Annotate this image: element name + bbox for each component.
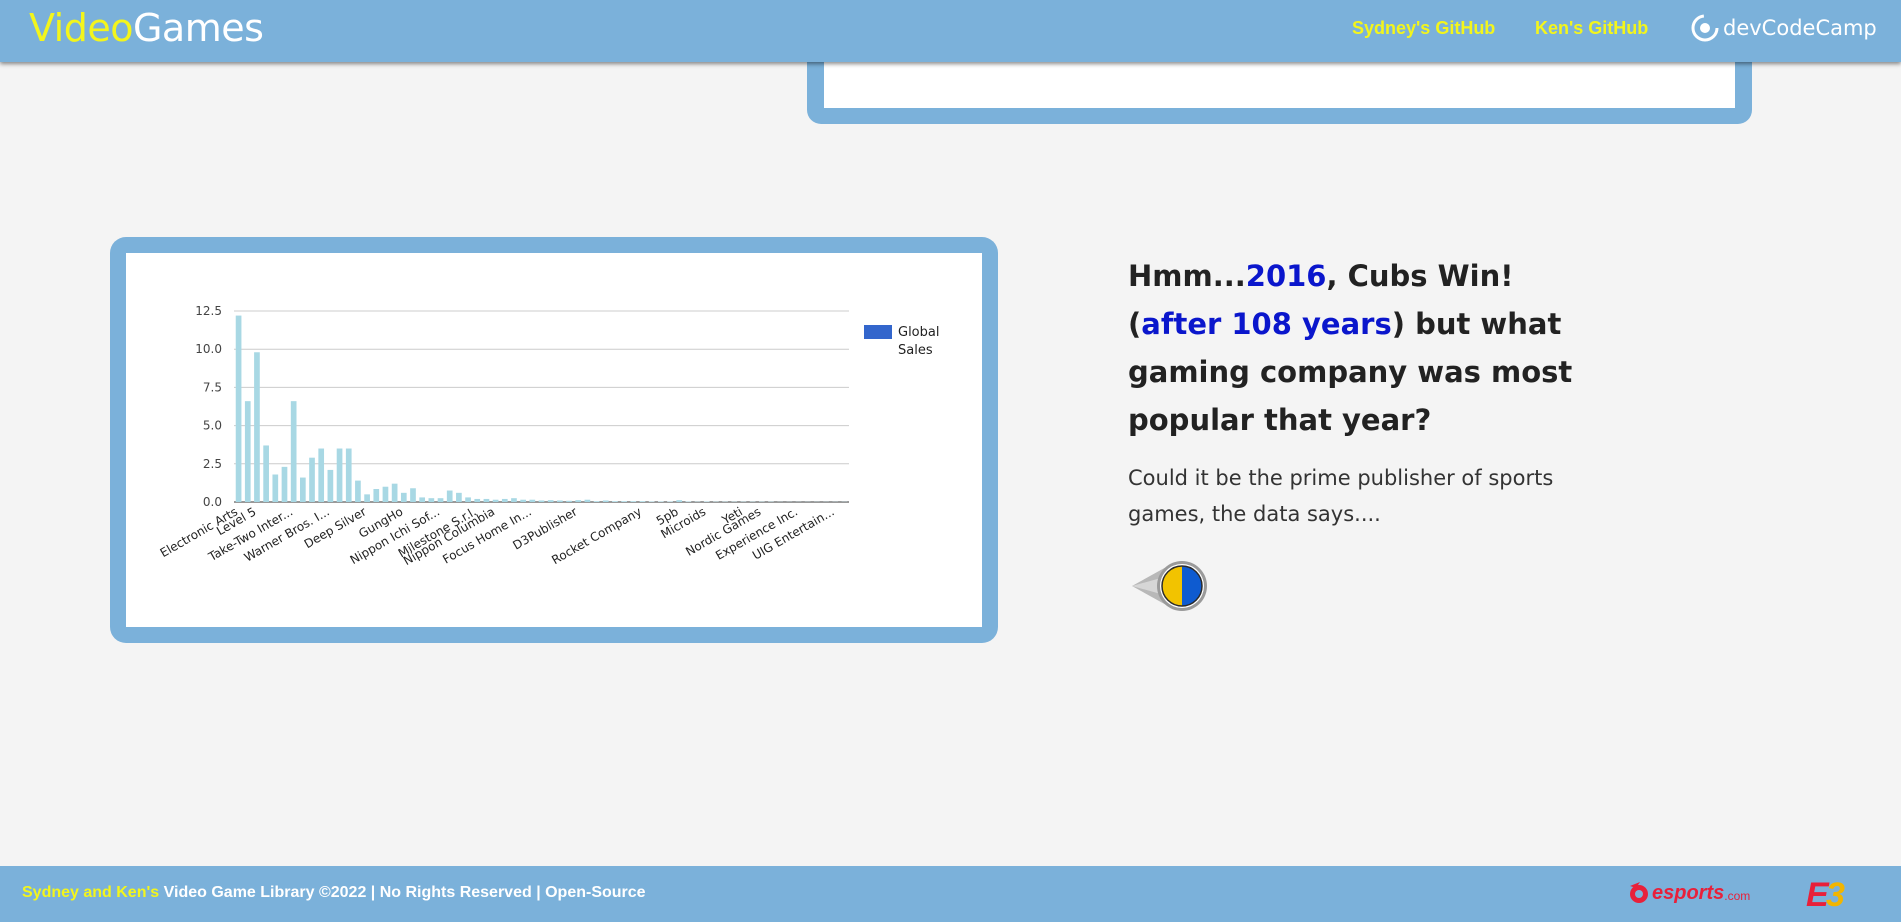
bar [345, 448, 352, 502]
bar [593, 501, 600, 502]
bar [511, 498, 517, 502]
y-tick-label: 2.5 [203, 457, 222, 471]
headline-years: after 108 years [1141, 307, 1392, 341]
bar [382, 486, 389, 502]
bar [520, 499, 526, 502]
bar [281, 466, 288, 502]
bar [501, 498, 508, 502]
section-headline: Hmm...2016, Cubs Win! (after 108 years) … [1128, 252, 1588, 444]
e3-logo-icon: E 3 [1806, 876, 1846, 914]
legend-label-line-1: Global [898, 325, 939, 340]
bar [575, 500, 582, 502]
bar [400, 492, 407, 502]
bar [621, 501, 627, 502]
chart-card: 0.0 2.5 5.0 7.5 10.0 12.5 Electronic Arts Level… [110, 237, 998, 643]
bar [639, 501, 646, 502]
previous-card [807, 52, 1752, 124]
bar [355, 480, 361, 502]
ken-github-link[interactable]: Ken's GitHub [1535, 18, 1648, 39]
devcodecamp-text: devCodeCamp [1723, 16, 1877, 40]
legend-label-line-2: Sales [898, 343, 933, 358]
bar [492, 499, 499, 502]
bar [254, 352, 260, 502]
bar [235, 315, 242, 502]
bar [364, 494, 370, 502]
esports-suffix: .com [1724, 889, 1751, 903]
bar [299, 477, 306, 502]
y-tick-label: 12.5 [195, 304, 222, 318]
bar [483, 498, 490, 502]
devcodecamp-icon [1691, 14, 1719, 42]
bar [309, 457, 315, 502]
y-tick-label: 7.5 [203, 380, 222, 394]
chart-container: 0.0 2.5 5.0 7.5 10.0 12.5 Electronic Arts Level… [126, 253, 982, 627]
navbar: VideoGames Sydney's GitHub Ken's GitHub … [0, 0, 1901, 62]
e3-logo[interactable]: E 3 [1806, 876, 1852, 920]
footer-text: Sydney and Ken's Video Game Library ©202… [22, 884, 646, 902]
bar [410, 488, 416, 502]
footer-names: Sydney and Ken's [22, 884, 160, 901]
headline-paren: ( [1128, 307, 1142, 341]
footer-copyright: Video Game Library ©2022 | No Rights Res… [159, 884, 646, 901]
devcodecamp-logo[interactable]: devCodeCamp [1691, 14, 1877, 42]
bar [538, 500, 545, 502]
bar [419, 497, 426, 502]
sydney-github-link[interactable]: Sydney's GitHub [1352, 18, 1495, 39]
bar [612, 501, 618, 502]
brand-logo[interactable]: VideoGames [29, 6, 264, 50]
legend-swatch [864, 325, 892, 339]
bar [529, 499, 536, 502]
headline-part-2: , Cubs Win! [1326, 259, 1514, 293]
bar [263, 445, 269, 502]
e3-digit-3: 3 [1826, 876, 1845, 912]
bar [391, 483, 398, 502]
headline-part-1: Hmm... [1128, 259, 1246, 293]
bar [244, 401, 251, 502]
cubs-pin-icon[interactable] [1130, 558, 1210, 614]
bar [676, 500, 683, 502]
footer: Sydney and Ken's Video Game Library ©202… [0, 866, 1901, 922]
esports-swoosh-icon [1630, 882, 1648, 903]
bar [428, 498, 435, 502]
bar [336, 448, 343, 502]
global-sales-bar-chart: 0.02.55.07.510.012.5Electronic ArtsLevel… [158, 304, 940, 568]
bar [456, 492, 462, 502]
bar [318, 448, 325, 502]
y-tick-label: 5.0 [203, 419, 222, 433]
bar [272, 474, 279, 502]
bar [566, 500, 572, 502]
esports-logo[interactable]: esports .com [1626, 880, 1750, 906]
bar [290, 401, 297, 502]
bar [630, 501, 637, 502]
headline-year: 2016 [1245, 259, 1327, 293]
bar [465, 497, 471, 502]
y-tick-label: 0.0 [203, 495, 222, 509]
esports-text: esports [1652, 881, 1725, 904]
bar [327, 469, 334, 502]
brand-part-games: Games [132, 6, 264, 50]
brand-part-video: Video [29, 6, 133, 50]
bar [584, 499, 591, 502]
y-tick-label: 10.0 [195, 342, 222, 356]
bar [602, 500, 609, 502]
bar [373, 489, 380, 502]
section-subtext: Could it be the prime publisher of sport… [1128, 466, 1554, 526]
bar [474, 498, 481, 502]
bar [557, 500, 563, 502]
bar [437, 498, 444, 502]
bar [446, 490, 453, 502]
bar [547, 500, 554, 502]
